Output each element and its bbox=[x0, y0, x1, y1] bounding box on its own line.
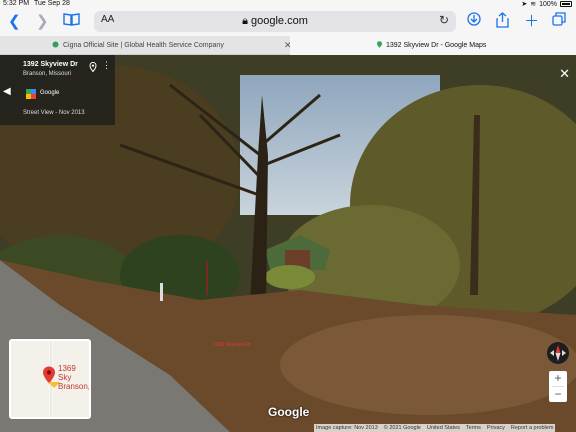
street-view-panorama[interactable]: ◀ 1392 Skyview Dr Branson, Missouri ⋮ Go… bbox=[0, 55, 576, 432]
close-street-view-button[interactable]: ✕ bbox=[559, 66, 570, 82]
share-button[interactable] bbox=[496, 12, 509, 34]
street-view-date: Street View - Nov 2013 bbox=[23, 110, 85, 116]
maps-pin-favicon-icon bbox=[377, 41, 382, 48]
minimap-line-1: 1369 Sky bbox=[58, 364, 76, 382]
minimap-place-label: 1369 Sky Branson, bbox=[58, 364, 91, 391]
privacy-link[interactable]: Privacy bbox=[487, 425, 505, 431]
browser-toolbar: ❮ ❯ AA 🔒︎ google.com ↻ ＋ bbox=[0, 9, 576, 36]
more-options-icon[interactable]: ⋮ bbox=[102, 60, 111, 71]
country-link[interactable]: United States bbox=[427, 425, 460, 431]
location-pin-icon[interactable] bbox=[89, 62, 97, 72]
map-footer: Image capture: Nov 2013 © 2021 Google Un… bbox=[314, 424, 556, 432]
book-icon bbox=[63, 13, 80, 26]
cigna-favicon-icon bbox=[52, 41, 59, 48]
battery-percent: 100% bbox=[539, 0, 557, 8]
battery-icon bbox=[560, 1, 572, 7]
tab-label: Cigna Official Site | Global Health Serv… bbox=[63, 42, 224, 49]
copyright-text: © 2021 Google bbox=[383, 425, 421, 431]
forward-button[interactable]: ❯ bbox=[36, 12, 49, 32]
tab-google-maps[interactable]: 1392 Skyview Dr - Google Maps bbox=[290, 36, 576, 55]
url-text: 🔒︎ google.com bbox=[242, 15, 308, 27]
address-title: 1392 Skyview Dr bbox=[23, 61, 78, 68]
status-bar: 5:32 PM Tue Sep 28 ➤ ≋ 100% bbox=[0, 0, 576, 9]
compass-icon bbox=[550, 345, 566, 361]
zoom-in-button[interactable]: + bbox=[549, 371, 567, 386]
wifi-icon: ≋ bbox=[530, 1, 537, 8]
status-indicators: ➤ ≋ 100% bbox=[521, 0, 572, 8]
sidebar-button[interactable] bbox=[63, 12, 80, 32]
tab-label: 1392 Skyview Dr - Google Maps bbox=[386, 42, 487, 49]
location-icon: ➤ bbox=[521, 1, 528, 8]
back-arrow-icon[interactable]: ◀ bbox=[3, 86, 11, 97]
download-button[interactable] bbox=[467, 12, 481, 32]
zoom-controls: + − bbox=[549, 371, 567, 402]
address-overlay-label: 1392 Skyview Dr bbox=[213, 342, 251, 348]
tabs-overview-button[interactable] bbox=[552, 12, 566, 32]
google-watermark: Google bbox=[268, 405, 310, 419]
image-capture-date: Image capture: Nov 2013 bbox=[316, 425, 378, 431]
terms-link[interactable]: Terms bbox=[466, 425, 481, 431]
download-icon bbox=[467, 12, 481, 26]
report-problem-link[interactable]: Report a problem bbox=[511, 425, 554, 431]
address-bar[interactable]: AA 🔒︎ google.com ↻ bbox=[94, 11, 456, 32]
tab-cigna[interactable]: Cigna Official Site | Global Health Serv… bbox=[0, 36, 292, 55]
street-view-info-card: ◀ 1392 Skyview Dr Branson, Missouri ⋮ Go… bbox=[0, 55, 115, 125]
minimap[interactable]: 1369 Sky Branson, bbox=[9, 339, 91, 419]
reload-button[interactable]: ↻ bbox=[439, 13, 449, 27]
compass-button[interactable] bbox=[547, 342, 569, 364]
lock-icon: 🔒︎ bbox=[242, 15, 248, 27]
new-tab-button[interactable]: ＋ bbox=[524, 12, 539, 32]
status-time: 5:32 PM bbox=[3, 0, 30, 7]
status-date: Tue Sep 28 bbox=[34, 0, 70, 7]
google-maps-logo-icon bbox=[26, 89, 36, 99]
address-city: Branson, Missouri bbox=[23, 71, 72, 77]
back-button[interactable]: ❮ bbox=[8, 12, 21, 32]
tab-bar: Cigna Official Site | Global Health Serv… bbox=[0, 36, 576, 55]
tabs-icon bbox=[552, 12, 566, 26]
provider-label: Google bbox=[40, 90, 60, 96]
share-icon bbox=[496, 12, 509, 28]
minimap-line-2: Branson, bbox=[58, 382, 91, 391]
zoom-out-button[interactable]: − bbox=[549, 387, 567, 402]
